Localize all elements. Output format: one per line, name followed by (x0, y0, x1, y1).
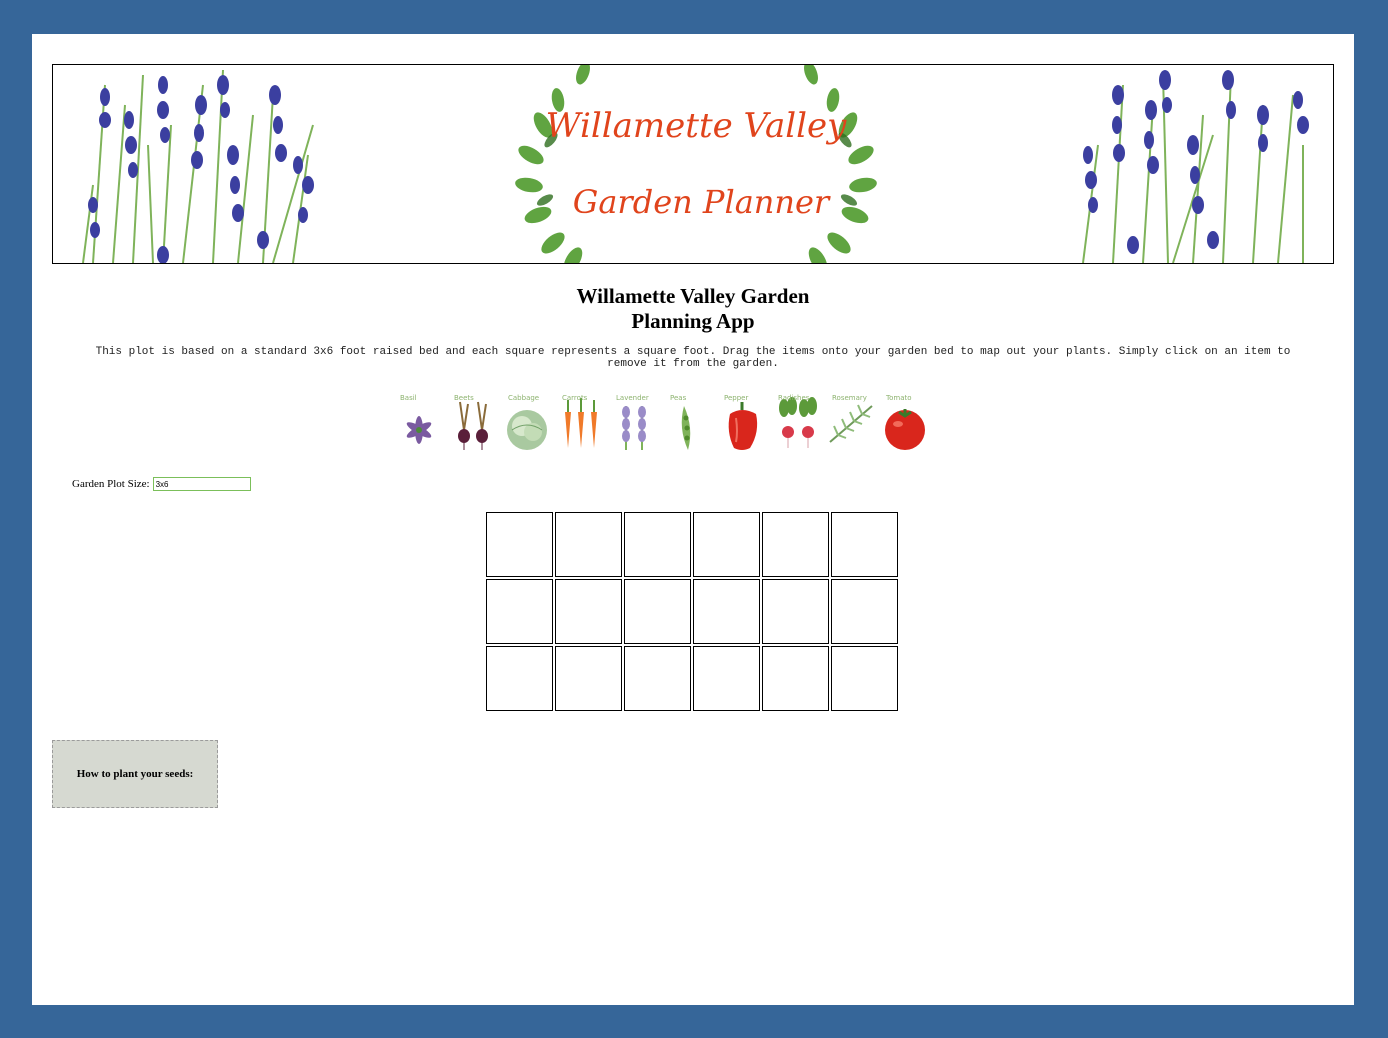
header-banner: Willamette Valley Garden Planner (52, 64, 1334, 264)
basil-item[interactable]: Basil (394, 392, 444, 454)
peas-label: Peas (670, 394, 687, 402)
garden-cell-r1-c6[interactable] (831, 512, 898, 577)
garden-cell-r2-c5[interactable] (762, 579, 829, 644)
cabbage-item[interactable]: Cabbage (502, 392, 552, 454)
page-title-line2: Planning App (631, 309, 755, 333)
rosemary-label: Rosemary (832, 394, 867, 402)
garden-bed-grid (486, 512, 898, 711)
banner-title-line2: Garden Planner (573, 183, 831, 221)
page-title-line1: Willamette Valley Garden (576, 284, 810, 308)
garden-cell-r3-c3[interactable] (624, 646, 691, 711)
garden-cell-r3-c5[interactable] (762, 646, 829, 711)
carrots-item[interactable]: Carrots (556, 392, 606, 454)
plant-palette: Basil Beets Cabbage Carrots Lavender Pea… (394, 392, 934, 454)
lavender-right-illustration (1082, 70, 1309, 263)
pepper-item[interactable]: Pepper (718, 392, 768, 454)
tomato-item[interactable]: Tomato (880, 392, 930, 454)
garden-cell-r3-c1[interactable] (486, 646, 553, 711)
garden-cell-r1-c2[interactable] (555, 512, 622, 577)
how-to-plant-button[interactable]: How to plant your seeds: (52, 740, 218, 808)
radishes-label: Radishes (778, 394, 810, 402)
how-to-plant-label: How to plant your seeds: (76, 768, 194, 780)
garden-cell-r2-c1[interactable] (486, 579, 553, 644)
instructions-text: This plot is based on a standard 3x6 foo… (95, 346, 1291, 370)
garden-cell-r1-c3[interactable] (624, 512, 691, 577)
garden-cell-r2-c3[interactable] (624, 579, 691, 644)
lavender-label: Lavender (616, 394, 649, 402)
beets-label: Beets (454, 394, 474, 402)
lavender-item[interactable]: Lavender (610, 392, 660, 454)
garden-cell-r2-c2[interactable] (555, 579, 622, 644)
beets-item[interactable]: Beets (448, 392, 498, 454)
cabbage-label: Cabbage (508, 394, 540, 402)
banner-artwork: Willamette Valley Garden Planner (82, 65, 1309, 263)
garden-cell-r1-c5[interactable] (762, 512, 829, 577)
rosemary-item[interactable]: Rosemary (826, 392, 876, 454)
basil-label: Basil (400, 394, 417, 402)
plot-size-field-group: Garden Plot Size: (72, 477, 251, 491)
garden-cell-r2-c6[interactable] (831, 579, 898, 644)
pepper-label: Pepper (724, 394, 749, 402)
garden-cell-r3-c4[interactable] (693, 646, 760, 711)
radishes-item[interactable]: Radishes (772, 392, 822, 454)
page-title: Willamette Valley Garden Planning App (32, 284, 1354, 334)
garden-cell-r3-c2[interactable] (555, 646, 622, 711)
banner-title-line1: Willamette Valley (546, 106, 847, 146)
carrots-label: Carrots (562, 394, 588, 402)
plot-size-label: Garden Plot Size: (72, 478, 150, 490)
garden-cell-r2-c4[interactable] (693, 579, 760, 644)
garden-cell-r3-c6[interactable] (831, 646, 898, 711)
plot-size-input[interactable] (152, 477, 251, 491)
garden-cell-r1-c1[interactable] (486, 512, 553, 577)
wreath-illustration: Willamette Valley Garden Planner (515, 65, 877, 263)
peas-item[interactable]: Peas (664, 392, 714, 454)
garden-cell-r1-c4[interactable] (693, 512, 760, 577)
page-container: Willamette Valley Garden Planner Willame… (32, 34, 1354, 1005)
tomato-label: Tomato (886, 394, 912, 402)
lavender-left-illustration (82, 69, 314, 263)
